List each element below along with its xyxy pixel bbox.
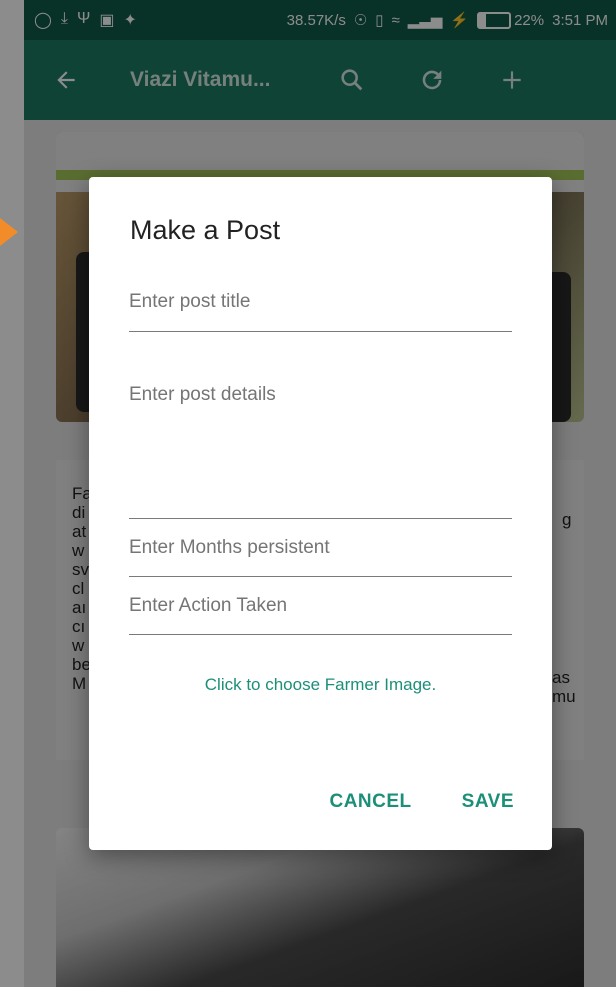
action-taken-input[interactable]: Enter Action Taken <box>129 589 512 635</box>
cancel-button[interactable]: CANCEL <box>329 791 411 813</box>
months-persistent-input[interactable]: Enter Months persistent <box>129 531 512 577</box>
post-title-placeholder: Enter post title <box>129 291 251 312</box>
post-details-input[interactable]: Enter post details <box>129 382 512 519</box>
post-details-placeholder: Enter post details <box>129 384 276 405</box>
choose-image-link[interactable]: Click to choose Farmer Image. <box>89 675 552 695</box>
post-title-input[interactable]: Enter post title <box>129 289 512 332</box>
action-taken-placeholder: Enter Action Taken <box>129 595 288 616</box>
dialog-actions: CANCEL SAVE <box>329 791 514 813</box>
dialog-title: Make a Post <box>130 215 281 245</box>
arrow-marker-icon <box>0 218 18 246</box>
make-post-dialog: Make a Post Enter post title Enter post … <box>89 177 552 850</box>
months-persistent-placeholder: Enter Months persistent <box>129 537 330 558</box>
save-button[interactable]: SAVE <box>462 791 514 813</box>
